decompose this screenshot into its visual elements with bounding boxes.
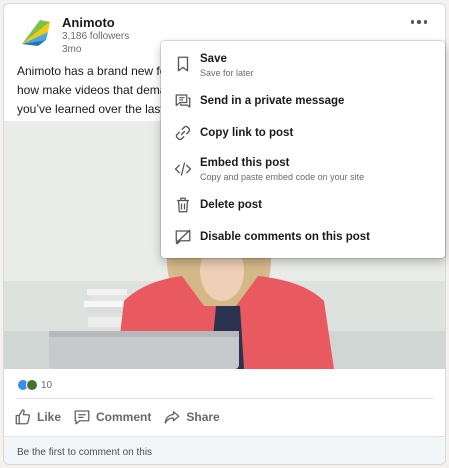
thumbs-up-icon xyxy=(15,409,31,425)
message-icon xyxy=(175,94,191,108)
post-timestamp: 3mo xyxy=(62,44,82,55)
code-icon xyxy=(174,162,192,176)
menu-item-title: Save xyxy=(200,53,227,65)
comment-icon xyxy=(74,410,90,425)
menu-item-send-message[interactable]: Send in a private message xyxy=(161,91,445,113)
bookmark-icon xyxy=(177,56,189,72)
menu-item-title: Embed this post xyxy=(200,157,290,169)
share-label: Share xyxy=(186,410,220,424)
like-button[interactable]: Like xyxy=(14,408,61,426)
post-options-menu: Save Save for later Send in a private me… xyxy=(161,41,445,258)
animoto-logo[interactable] xyxy=(20,16,52,48)
comment-prompt-bar[interactable]: Be the first to comment on this xyxy=(4,436,445,464)
menu-item-disable-comments[interactable]: Disable comments on this post xyxy=(161,227,445,249)
menu-item-subtitle: Save for later xyxy=(200,68,254,78)
trash-icon xyxy=(177,197,189,213)
comment-prompt-text: Be the first to comment on this xyxy=(17,447,153,458)
share-button[interactable]: Share xyxy=(163,408,220,426)
menu-item-title: Copy link to post xyxy=(200,127,294,139)
follower-count: 3,186 followers xyxy=(62,31,130,42)
menu-item-title: Disable comments on this post xyxy=(200,231,370,243)
menu-item-copy-link[interactable]: Copy link to post xyxy=(161,123,445,145)
menu-item-title: Send in a private message xyxy=(200,95,345,107)
social-counts[interactable]: 10 xyxy=(17,378,52,392)
menu-item-delete[interactable]: Delete post xyxy=(161,195,445,217)
link-icon xyxy=(175,125,191,141)
comment-label: Comment xyxy=(96,410,152,424)
menu-item-save[interactable]: Save Save for later xyxy=(161,51,445,81)
menu-item-embed[interactable]: Embed this post Copy and paste embed cod… xyxy=(161,155,445,185)
reaction-count[interactable]: 10 xyxy=(41,380,52,391)
share-icon xyxy=(164,411,180,424)
menu-item-subtitle: Copy and paste embed code on your site xyxy=(200,172,365,182)
divider xyxy=(17,398,434,399)
like-label: Like xyxy=(37,410,62,424)
comment-off-icon xyxy=(175,229,191,245)
social-actions-bar: Like Comment Share xyxy=(14,404,232,430)
menu-item-title: Delete post xyxy=(200,199,262,211)
celebrate-reaction-icon xyxy=(26,379,38,391)
comment-button[interactable]: Comment xyxy=(73,408,151,426)
company-name[interactable]: Animoto xyxy=(62,15,115,30)
more-options-button[interactable] xyxy=(407,12,431,32)
